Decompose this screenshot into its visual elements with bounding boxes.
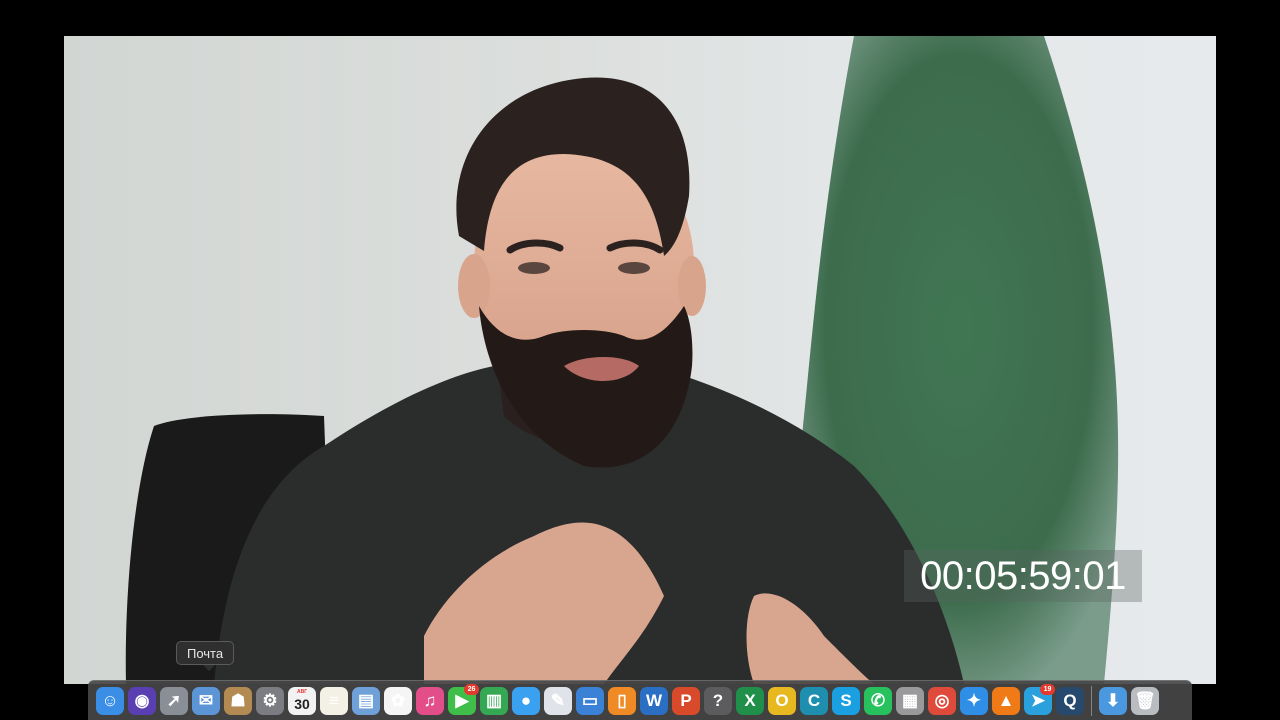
c-app-icon[interactable]: C bbox=[800, 686, 828, 715]
launchpad-icon[interactable]: ➚ bbox=[160, 686, 188, 715]
siri-icon[interactable]: ◉ bbox=[128, 686, 156, 715]
eye-right bbox=[618, 262, 650, 274]
trash-icon-glyph: 🗑 bbox=[1134, 691, 1156, 710]
itunes-icon-glyph: ♫ bbox=[423, 691, 437, 710]
contacts-icon-glyph: ☗ bbox=[230, 691, 246, 710]
video-timecode: 00:05:59:01 bbox=[904, 550, 1142, 602]
safari-icon-glyph: ✦ bbox=[966, 691, 982, 710]
telegram-icon-glyph: ➤ bbox=[1030, 691, 1046, 710]
contacts-icon[interactable]: ☗ bbox=[224, 686, 252, 715]
keynote-icon-glyph: ▭ bbox=[581, 691, 599, 710]
downloads-icon-glyph: ⬇ bbox=[1105, 691, 1121, 710]
notes-icon-glyph: ≡ bbox=[329, 691, 339, 710]
launchpad-icon-glyph: ➚ bbox=[166, 691, 182, 710]
calendar-month: АВГ bbox=[296, 688, 308, 695]
calendar-icon[interactable]: АВГ 30 bbox=[288, 686, 316, 715]
vlc-icon[interactable]: ▲ bbox=[992, 686, 1020, 715]
facetime-icon[interactable]: ▶ 26 bbox=[448, 683, 479, 715]
textedit-icon[interactable]: ✎ bbox=[544, 686, 572, 715]
notification-badge: 26 bbox=[464, 683, 479, 695]
notification-badge: 19 bbox=[1040, 683, 1055, 695]
facetime-icon-glyph: ▶ bbox=[455, 691, 469, 710]
quicktime-icon-glyph: Q bbox=[1063, 691, 1077, 710]
finder-icon-glyph: ☺ bbox=[101, 691, 119, 710]
chrome-icon[interactable]: ◎ bbox=[928, 686, 956, 715]
ibooks-icon[interactable]: ▯ bbox=[608, 686, 636, 715]
safari-icon[interactable]: ✦ bbox=[960, 686, 988, 715]
finder-icon[interactable]: ☺ bbox=[96, 686, 124, 715]
preview-icon[interactable]: ▤ bbox=[352, 686, 380, 715]
video-frame: 00:05:59:01 bbox=[64, 36, 1216, 684]
numbers-icon[interactable]: ▥ bbox=[480, 686, 508, 715]
eye-left bbox=[518, 262, 550, 274]
ibooks-icon-glyph: ▯ bbox=[617, 691, 627, 710]
excel-icon-glyph: X bbox=[744, 691, 756, 710]
photos-icon-glyph: ✿ bbox=[390, 691, 406, 710]
calendar-day: 30 bbox=[294, 695, 310, 712]
messages-icon-glyph: ● bbox=[520, 691, 532, 710]
numbers-icon-glyph: ▥ bbox=[485, 691, 503, 710]
skype-icon-glyph: S bbox=[840, 691, 852, 710]
dock-separator bbox=[1091, 685, 1092, 716]
notes-icon[interactable]: ≡ bbox=[320, 686, 348, 715]
keynote-icon[interactable]: ▭ bbox=[576, 686, 604, 715]
powerpoint-icon-glyph: P bbox=[680, 691, 692, 710]
messages-icon[interactable]: ● bbox=[512, 686, 540, 715]
siri-icon-glyph: ◉ bbox=[134, 691, 150, 710]
textedit-icon-glyph: ✎ bbox=[550, 691, 566, 710]
help-icon[interactable]: ? bbox=[704, 686, 732, 715]
dock: ☺ ◉ ➚ ✉ ☗ ⚙ АВГ 30 ≡ ▤ ✿ ♫ ▶ 26 ▥ ● ✎ ▭ ▯ W P? X O C S ✆ ▦ ◎ ✦ ▲ ➤ 19 Q ⬇… bbox=[88, 680, 1192, 720]
word-icon[interactable]: W bbox=[640, 686, 668, 715]
ear-left bbox=[458, 254, 490, 318]
c-app-icon-glyph: C bbox=[807, 691, 821, 710]
whatsapp-icon-glyph: ✆ bbox=[870, 691, 886, 710]
downloads-icon[interactable]: ⬇ bbox=[1099, 686, 1127, 715]
trash-icon[interactable]: 🗑 bbox=[1131, 686, 1159, 715]
outlook-icon-glyph: O bbox=[775, 691, 789, 710]
system-preferences-icon[interactable]: ⚙ bbox=[256, 686, 284, 715]
system-preferences-icon-glyph: ⚙ bbox=[262, 691, 278, 710]
excel-icon[interactable]: X bbox=[736, 686, 764, 715]
mail-icon-glyph: ✉ bbox=[198, 691, 214, 710]
archive-icon-glyph: ▦ bbox=[901, 691, 919, 710]
whatsapp-icon[interactable]: ✆ bbox=[864, 686, 892, 715]
quicktime-icon[interactable]: Q bbox=[1056, 686, 1084, 715]
dock-tooltip: Почта bbox=[176, 641, 235, 671]
powerpoint-icon[interactable]: P bbox=[672, 686, 700, 715]
outlook-icon[interactable]: O bbox=[768, 686, 796, 715]
photos-icon[interactable]: ✿ bbox=[384, 686, 412, 715]
chrome-icon-glyph: ◎ bbox=[934, 691, 950, 710]
itunes-icon[interactable]: ♫ bbox=[416, 686, 444, 715]
preview-icon-glyph: ▤ bbox=[357, 691, 375, 710]
word-icon-glyph: W bbox=[645, 691, 663, 710]
help-icon-glyph: ? bbox=[712, 691, 724, 710]
mail-icon[interactable]: ✉ bbox=[192, 686, 220, 715]
vlc-icon-glyph: ▲ bbox=[997, 691, 1015, 710]
ear-right bbox=[678, 256, 706, 316]
telegram-icon[interactable]: ➤ 19 bbox=[1024, 683, 1055, 715]
archive-icon[interactable]: ▦ bbox=[896, 686, 924, 715]
skype-icon[interactable]: S bbox=[832, 686, 860, 715]
